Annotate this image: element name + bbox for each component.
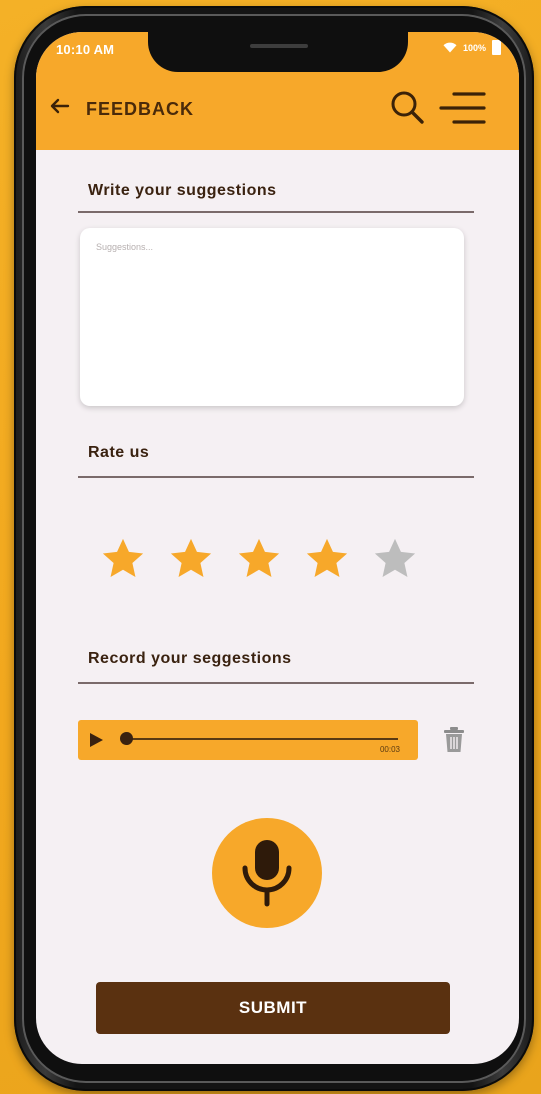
status-time: 10:10 AM [56,42,115,57]
search-icon[interactable] [388,88,426,126]
status-indicators: 100% [443,40,501,55]
suggestions-input[interactable] [80,228,464,406]
wifi-icon [443,42,457,53]
audio-player: 00:03 [78,720,418,760]
submit-button[interactable]: SUBMIT [96,982,450,1034]
back-arrow-icon[interactable] [46,92,74,120]
microphone-icon [242,840,292,907]
audio-duration: 00:03 [379,745,400,754]
suggestions-divider [78,211,474,213]
rating-label: Rate us [88,444,150,461]
battery-icon [492,40,501,55]
recording-divider [78,682,474,684]
suggestions-label: Write your suggestions [88,182,277,199]
audio-progress-track[interactable] [128,738,398,740]
app-bar: 10:10 AM 100% FEEDBACK [36,32,519,150]
star-empty-icon[interactable] [372,536,418,582]
trash-icon[interactable] [442,726,466,754]
star-filled-icon[interactable] [168,536,214,582]
record-button[interactable] [212,818,322,928]
rating-divider [78,476,474,478]
star-filled-icon[interactable] [100,536,146,582]
toolbar: FEEDBACK [36,84,519,134]
star-filled-icon[interactable] [236,536,282,582]
battery-percent: 100% [462,42,486,53]
speaker-grille [250,44,308,48]
page-title: FEEDBACK [86,99,195,119]
audio-progress-thumb[interactable] [120,732,133,745]
recording-label: Record your seggestions [88,650,292,667]
camera-notch [148,32,408,72]
app-screen: 10:10 AM 100% FEEDBACK Write your sugges… [36,32,519,1064]
play-icon[interactable] [88,732,104,748]
star-filled-icon[interactable] [304,536,350,582]
menu-icon[interactable] [438,89,486,127]
star-rating [100,536,418,582]
